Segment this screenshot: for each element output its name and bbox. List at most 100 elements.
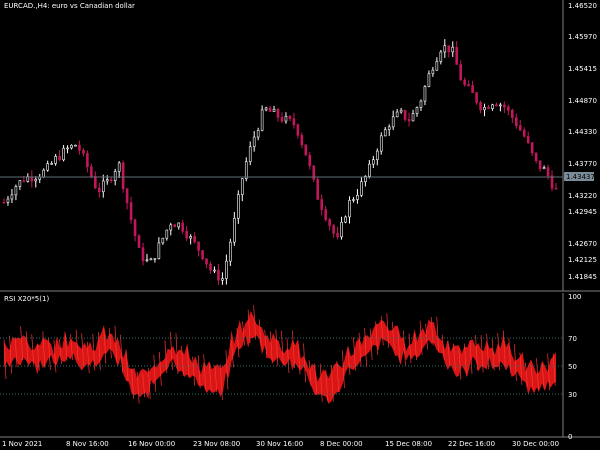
candle-body xyxy=(113,171,117,181)
candle-body xyxy=(443,45,447,53)
candle-body xyxy=(50,163,53,165)
candle-body xyxy=(256,129,260,138)
candle-body xyxy=(58,156,61,161)
candle-body xyxy=(391,116,395,128)
candle-body xyxy=(105,179,109,182)
candle-body xyxy=(264,107,268,111)
candle-body xyxy=(503,104,506,108)
indicator-title: RSI X20*5(1) xyxy=(4,295,49,303)
candle-body xyxy=(427,73,431,87)
time-axis-labels: 1 Nov 2021 8 Nov 16:00 16 Nov 00:00 23 Nov … xyxy=(2,440,559,448)
candle-body xyxy=(483,106,486,111)
candle-body xyxy=(379,135,383,152)
time-tick-label: 1 Nov 2021 xyxy=(2,440,42,448)
price-tick-label: 1.42945 xyxy=(568,208,597,216)
candle-body xyxy=(141,247,145,261)
candle-body xyxy=(344,216,347,223)
candle-body xyxy=(66,147,69,150)
time-tick-label: 22 Dec 16:00 xyxy=(448,440,495,448)
candle-body xyxy=(459,64,462,81)
candle-body xyxy=(10,194,14,200)
candle-body xyxy=(383,129,387,137)
candle-body xyxy=(340,221,343,238)
candle-body xyxy=(514,117,518,127)
rsi-tick-label: 30 xyxy=(568,391,577,399)
candle-body xyxy=(300,134,304,146)
candle-body xyxy=(431,69,435,75)
candle-body xyxy=(423,86,427,102)
rsi-tick-label: 70 xyxy=(568,335,577,343)
candle-body xyxy=(455,46,459,65)
candle-body xyxy=(546,167,550,177)
candle-body xyxy=(292,118,296,126)
candle-body xyxy=(499,104,502,107)
rsi-axis-labels: 100 70 50 30 0 xyxy=(568,293,581,441)
mt4-chart-window: EURCAD.,H4: euro vs Canadian dollar RSI … xyxy=(0,0,600,450)
time-tick-label: 16 Nov 00:00 xyxy=(128,440,175,448)
price-tick-label: 1.45415 xyxy=(568,65,597,73)
candle-body xyxy=(530,142,534,154)
candle-body xyxy=(372,159,375,165)
candle-body xyxy=(284,115,288,122)
candle-body xyxy=(225,260,228,279)
candle-body xyxy=(348,200,351,218)
candle-body xyxy=(248,146,252,163)
candle-body xyxy=(324,209,327,220)
time-tick-label: 23 Nov 08:00 xyxy=(193,440,240,448)
candle-body xyxy=(419,100,423,108)
rsi-indicator xyxy=(3,305,556,404)
candle-body xyxy=(296,124,300,136)
candle-body xyxy=(153,258,157,260)
candlestick-series xyxy=(2,39,558,285)
candle-body xyxy=(491,104,494,109)
candle-body xyxy=(439,51,443,62)
candle-body xyxy=(395,111,399,118)
candle-body xyxy=(18,180,22,187)
candle-body xyxy=(288,115,292,120)
rsi-tick-label: 100 xyxy=(568,293,581,301)
candle-body xyxy=(447,45,451,53)
candle-body xyxy=(554,187,558,190)
candle-body xyxy=(252,136,256,148)
candle-body xyxy=(165,229,169,239)
candle-body xyxy=(62,147,65,161)
candle-body xyxy=(415,107,419,114)
candle-body xyxy=(177,222,181,228)
candle-body xyxy=(117,162,121,172)
current-price-marker: 1.43437 xyxy=(564,172,595,181)
candle-body xyxy=(320,199,323,210)
candle-body xyxy=(42,169,46,178)
candle-body xyxy=(197,241,200,251)
price-axis-labels: 1.46520 1.45970 1.45415 1.44870 1.44330 1.437… xyxy=(568,2,597,281)
candle-body xyxy=(360,181,363,196)
price-tick-label: 1.42125 xyxy=(568,256,597,264)
price-tick-label: 1.44870 xyxy=(568,97,597,105)
candle-body xyxy=(399,109,403,113)
time-tick-label: 8 Nov 16:00 xyxy=(66,440,109,448)
candle-body xyxy=(487,106,490,109)
candle-body xyxy=(268,107,272,112)
candle-body xyxy=(336,233,339,238)
candle-body xyxy=(479,102,482,111)
candle-body xyxy=(205,258,208,265)
candle-body xyxy=(121,162,125,190)
price-tick-label: 1.41845 xyxy=(568,273,597,281)
candle-body xyxy=(173,224,177,228)
candle-body xyxy=(54,156,57,164)
candle-body xyxy=(149,258,153,261)
candle-body xyxy=(213,269,216,272)
price-tick-label: 1.44330 xyxy=(568,128,597,136)
candle-body xyxy=(308,154,312,167)
price-tick-label: 1.45970 xyxy=(568,33,597,41)
chart-canvas[interactable]: EURCAD.,H4: euro vs Canadian dollar RSI … xyxy=(0,0,600,450)
candle-body xyxy=(368,163,371,177)
candle-body xyxy=(101,180,105,193)
candle-body xyxy=(522,129,526,137)
candle-body xyxy=(233,217,236,243)
candle-body xyxy=(90,166,93,177)
candle-body xyxy=(495,104,498,107)
candle-body xyxy=(201,250,204,260)
candle-body xyxy=(507,106,510,111)
candle-body xyxy=(435,61,439,71)
rsi-band xyxy=(4,310,556,404)
